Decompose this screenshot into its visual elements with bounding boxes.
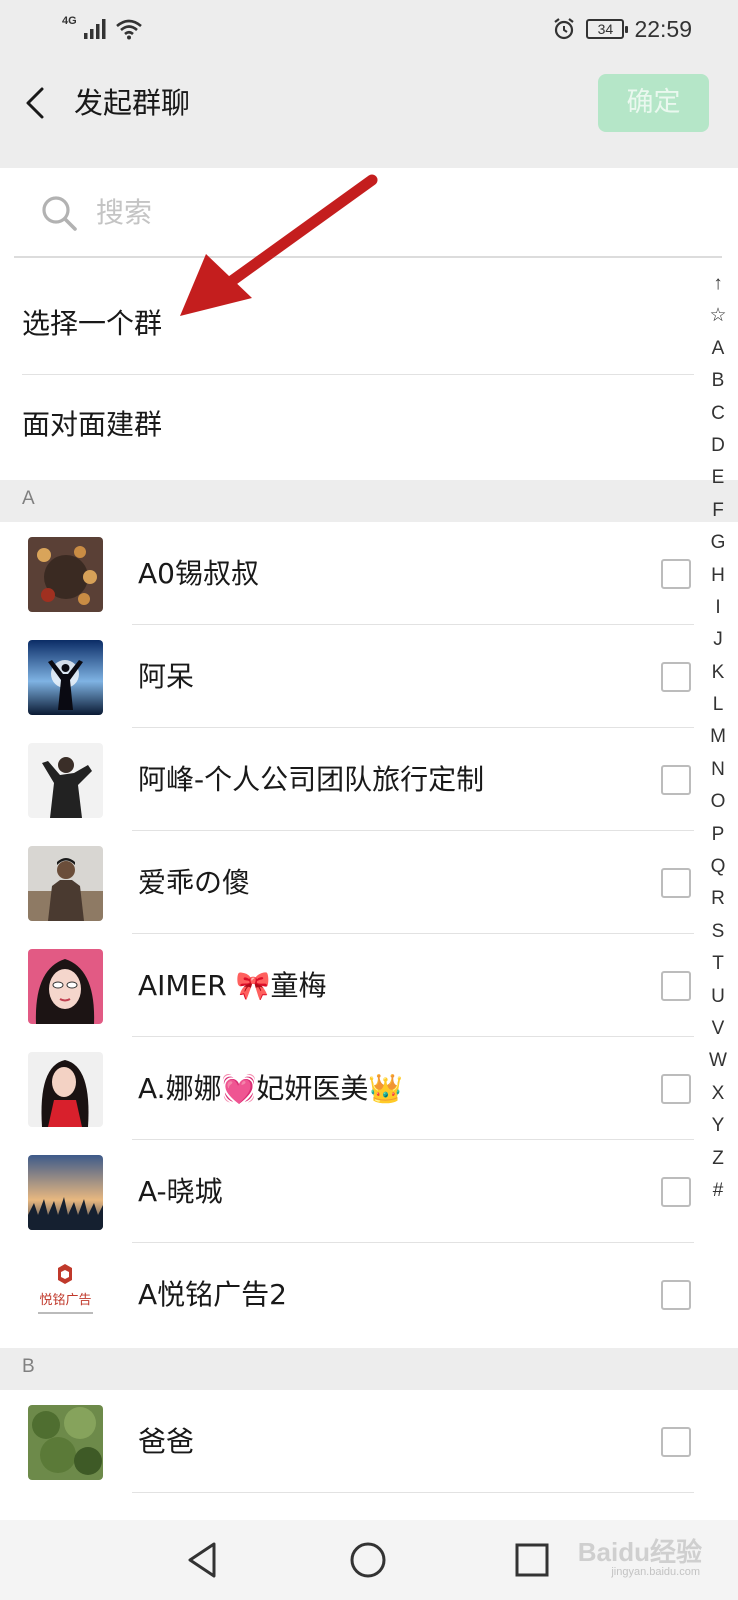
index-letter[interactable]: Y bbox=[700, 1110, 736, 1142]
index-letter[interactable]: R bbox=[700, 883, 736, 915]
search-divider bbox=[14, 256, 722, 258]
contact-name: AIMER 🎀童梅 bbox=[138, 969, 327, 1002]
contact-checkbox[interactable] bbox=[661, 662, 691, 692]
face-to-face-label: 面对面建群 bbox=[22, 408, 163, 441]
index-letter[interactable]: Z bbox=[700, 1143, 736, 1175]
avatar bbox=[28, 743, 103, 818]
avatar bbox=[28, 1052, 103, 1127]
contact-row[interactable]: A0锡叔叔 bbox=[0, 522, 738, 625]
avatar bbox=[28, 949, 103, 1024]
index-letter[interactable]: I bbox=[700, 592, 736, 624]
avatar bbox=[28, 1405, 103, 1480]
avatar bbox=[28, 846, 103, 921]
index-letter[interactable]: X bbox=[700, 1078, 736, 1110]
nav-home-icon[interactable] bbox=[346, 1538, 390, 1582]
back-button[interactable] bbox=[20, 80, 60, 126]
contact-row[interactable]: AIMER 🎀童梅 bbox=[0, 934, 738, 1037]
avatar-logo-text: 悦铭广告 bbox=[39, 1293, 91, 1308]
wifi-icon bbox=[115, 19, 142, 40]
contact-row[interactable]: A-晓城 bbox=[0, 1140, 738, 1243]
contact-row[interactable]: 爸爸 bbox=[0, 1390, 738, 1493]
alarm-icon bbox=[554, 18, 575, 40]
section-letter: A bbox=[22, 488, 35, 509]
avatar bbox=[28, 1155, 103, 1230]
index-letter[interactable]: L bbox=[700, 689, 736, 721]
index-letter[interactable]: D bbox=[700, 430, 736, 462]
nav-recents-icon[interactable] bbox=[510, 1538, 554, 1582]
baidu-watermark: Baidu经验 bbox=[577, 1537, 702, 1567]
section-header-a: A bbox=[0, 480, 738, 522]
search-bar[interactable] bbox=[0, 168, 738, 258]
contact-name: A0锡叔叔 bbox=[138, 557, 259, 590]
contact-row[interactable]: 阿呆 bbox=[0, 625, 738, 728]
index-letter[interactable]: A bbox=[700, 333, 736, 365]
contact-checkbox[interactable] bbox=[661, 971, 691, 1001]
index-letter[interactable]: S bbox=[700, 916, 736, 948]
nav-back-icon[interactable] bbox=[182, 1538, 226, 1582]
signal-icon bbox=[83, 19, 106, 39]
contact-row[interactable]: 悦铭广告 A悦铭广告2 bbox=[0, 1243, 738, 1346]
status-bar: 4G 34 22:59 bbox=[0, 0, 738, 58]
contact-checkbox[interactable] bbox=[661, 1427, 691, 1457]
index-top[interactable]: ↑ bbox=[700, 268, 736, 300]
contact-row[interactable]: 爱乖の傻 bbox=[0, 831, 738, 934]
contact-checkbox[interactable] bbox=[661, 1280, 691, 1310]
contact-name: A.娜娜💓妃妍医美👑 bbox=[138, 1072, 404, 1105]
section-letter: B bbox=[22, 1356, 35, 1377]
index-hash[interactable]: # bbox=[700, 1175, 736, 1207]
search-icon bbox=[42, 196, 77, 231]
row-divider bbox=[132, 1492, 694, 1493]
index-letter[interactable]: J bbox=[700, 624, 736, 656]
status-left: 4G bbox=[62, 14, 143, 44]
contact-checkbox[interactable] bbox=[661, 1177, 691, 1207]
face-to-face-item[interactable]: 面对面建群 bbox=[0, 375, 700, 475]
contact-name: 爸爸 bbox=[138, 1425, 195, 1458]
index-letter[interactable]: F bbox=[700, 495, 736, 527]
index-letter[interactable]: T bbox=[700, 948, 736, 980]
search-input[interactable] bbox=[96, 190, 616, 234]
clock: 22:59 bbox=[634, 15, 692, 42]
index-letter[interactable]: G bbox=[700, 527, 736, 559]
avatar bbox=[28, 640, 103, 715]
battery-icon: 34 bbox=[586, 19, 629, 39]
index-letter[interactable]: U bbox=[700, 981, 736, 1013]
contact-checkbox[interactable] bbox=[661, 559, 691, 589]
index-letter[interactable]: W bbox=[700, 1045, 736, 1077]
index-letter[interactable]: K bbox=[700, 657, 736, 689]
avatar: 悦铭广告 bbox=[28, 1258, 103, 1333]
page-title: 发起群聊 bbox=[74, 86, 191, 120]
contact-name: 阿呆 bbox=[138, 660, 195, 693]
index-letter[interactable]: B bbox=[700, 365, 736, 397]
index-letter[interactable]: C bbox=[700, 398, 736, 430]
contact-row[interactable]: A.娜娜💓妃妍医美👑 bbox=[0, 1037, 738, 1140]
avatar bbox=[28, 537, 103, 612]
network-type: 4G bbox=[62, 15, 77, 27]
index-letter[interactable]: H bbox=[700, 560, 736, 592]
index-letter[interactable]: E bbox=[700, 462, 736, 494]
contact-name: 阿峰-个人公司团队旅行定制 bbox=[138, 763, 485, 796]
contact-row[interactable]: 阿峰-个人公司团队旅行定制 bbox=[0, 728, 738, 831]
index-letter[interactable]: P bbox=[700, 819, 736, 851]
contact-checkbox[interactable] bbox=[661, 868, 691, 898]
contact-name: A-晓城 bbox=[138, 1175, 223, 1208]
select-group-item[interactable]: 选择一个群 bbox=[0, 274, 700, 374]
index-letter[interactable]: O bbox=[700, 786, 736, 818]
status-right: 34 22:59 bbox=[552, 14, 692, 44]
app-header: 发起群聊 确定 bbox=[0, 58, 738, 148]
section-header-b: B bbox=[0, 1348, 738, 1390]
select-group-label: 选择一个群 bbox=[22, 307, 163, 340]
back-chevron-icon bbox=[26, 87, 44, 119]
contact-name: A悦铭广告2 bbox=[138, 1278, 287, 1311]
contact-checkbox[interactable] bbox=[661, 1074, 691, 1104]
index-letter[interactable]: N bbox=[700, 754, 736, 786]
baidu-watermark-url: jingyan.baidu.com bbox=[611, 1566, 700, 1578]
index-letter[interactable]: Q bbox=[700, 851, 736, 883]
confirm-button[interactable]: 确定 bbox=[598, 74, 709, 132]
index-star[interactable]: ☆ bbox=[700, 300, 736, 332]
index-letter[interactable]: V bbox=[700, 1013, 736, 1045]
contact-checkbox[interactable] bbox=[661, 765, 691, 795]
contact-name: 爱乖の傻 bbox=[138, 866, 251, 899]
index-letter[interactable]: M bbox=[700, 721, 736, 753]
alphabet-index-bar[interactable]: ↑ ☆ A B C D E F G H I J K L M N O P Q R … bbox=[700, 268, 736, 1207]
